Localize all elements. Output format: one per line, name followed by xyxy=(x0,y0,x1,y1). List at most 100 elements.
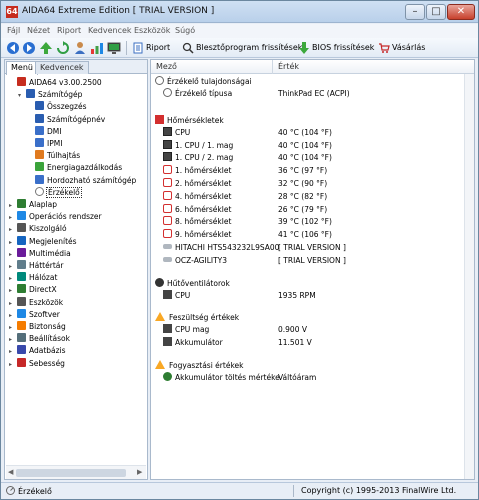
sensor-row[interactable]: 1. hőmérséklet xyxy=(163,165,231,177)
minimize-button[interactable]: – xyxy=(405,4,425,20)
sensor-row[interactable]: 6. hőmérséklet xyxy=(163,203,231,216)
sensor-row[interactable]: Akkumulátor xyxy=(163,337,223,349)
forward-icon[interactable] xyxy=(22,41,36,55)
menu-view[interactable]: Nézet xyxy=(27,26,50,35)
tree-item-server[interactable]: ▸ Kiszolgáló xyxy=(9,223,67,235)
menu-favorites[interactable]: Kedvencek xyxy=(88,26,132,35)
sensor-row[interactable]: 4. hőmérséklet xyxy=(163,190,231,203)
field-value: 1935 RPM xyxy=(278,290,316,300)
back-icon[interactable] xyxy=(6,41,20,55)
vertical-scrollbar[interactable] xyxy=(464,74,474,479)
section-title: Érzékelő tulajdonságai xyxy=(167,77,252,86)
monitor-icon[interactable] xyxy=(107,41,121,55)
expand-toggle-icon[interactable]: ▸ xyxy=(9,273,17,285)
sensor-row[interactable]: Akkumulátor töltés mértéke xyxy=(163,372,280,384)
tree-item-motherboard[interactable]: ▸ Alaplap xyxy=(9,199,57,211)
expand-toggle-icon[interactable]: ▸ xyxy=(9,359,17,371)
tree-item-storage[interactable]: ▸ Háttértár xyxy=(9,260,63,272)
tree-item-computer[interactable]: ▾ Számítógép xyxy=(18,89,82,101)
expand-toggle-icon[interactable]: ▸ xyxy=(9,310,17,322)
maximize-button[interactable]: □ xyxy=(426,4,446,20)
tree-item-label: Összegzés xyxy=(47,102,87,112)
sensor-row[interactable]: 8. hőmérséklet xyxy=(163,216,231,228)
tree-item-dmi[interactable]: DMI xyxy=(27,125,61,138)
section-title: Fogyasztási értékek xyxy=(169,361,244,370)
menu-help[interactable]: Súgó xyxy=(175,26,195,35)
sensor-row[interactable]: CPU xyxy=(163,126,190,139)
expand-toggle-icon[interactable]: ▸ xyxy=(9,285,17,297)
section-header-temps: Hőmérsékletek xyxy=(155,114,224,127)
tree-item-security[interactable]: ▸ Biztonság xyxy=(9,321,66,333)
driver-updates-button[interactable]: Blesztőprogram frissítések xyxy=(182,40,302,56)
tree-item-aida64[interactable]: AIDA64 v3.00.2500 xyxy=(9,77,102,89)
scroll-thumb[interactable] xyxy=(16,469,126,477)
tree-item-sensor[interactable]: Érzékelő xyxy=(27,186,82,199)
tree-item-software[interactable]: ▸ Szoftver xyxy=(9,308,60,322)
tree-item-benchmark[interactable]: ▸ Sebesség xyxy=(9,357,65,371)
expand-toggle-icon[interactable]: ▸ xyxy=(9,237,17,249)
bios-updates-button[interactable]: BIOS frissítések xyxy=(298,40,374,56)
tab-favorites[interactable]: Kedvencek xyxy=(35,61,89,74)
up-icon[interactable] xyxy=(39,41,53,55)
tree-item-summary[interactable]: Összegzés xyxy=(27,101,87,113)
motherboard-icon xyxy=(17,199,26,208)
tree-item-directx[interactable]: ▸ DirectX xyxy=(9,284,57,296)
menu-tools[interactable]: Eszközök xyxy=(134,26,170,35)
sensor-row[interactable]: 2. hőmérséklet xyxy=(163,178,231,190)
tree-item-label: Megjelenítés xyxy=(29,236,77,246)
expand-toggle-icon[interactable]: ▸ xyxy=(9,334,17,346)
expand-toggle-icon[interactable]: ▸ xyxy=(9,224,17,236)
toolbar-separator xyxy=(126,41,127,55)
sensor-row[interactable]: OCZ-AGILITY3 xyxy=(163,255,227,267)
tree-item-ipmi[interactable]: IPMI xyxy=(27,138,62,150)
tree-item-computer-name[interactable]: Számítógépnév xyxy=(27,113,105,126)
expand-toggle-icon[interactable]: ▸ xyxy=(9,212,17,224)
menu-report[interactable]: Riport xyxy=(57,26,81,35)
expand-toggle-icon[interactable]: ▸ xyxy=(9,249,17,261)
status-left-text: Érzékelő xyxy=(18,487,52,496)
sensor-row[interactable]: CPU mag xyxy=(163,324,209,336)
chip-icon xyxy=(163,289,172,299)
tree-item-settings[interactable]: ▸ Beállítások xyxy=(9,333,70,345)
buy-button[interactable]: Vásárlás xyxy=(378,40,425,56)
chart-icon[interactable] xyxy=(90,41,104,55)
tree-item-database[interactable]: ▸ Adatbázis xyxy=(9,345,66,357)
refresh-icon[interactable] xyxy=(56,41,70,55)
expand-toggle-icon[interactable]: ▸ xyxy=(9,298,17,310)
close-button[interactable]: ✕ xyxy=(447,4,475,20)
tree-item-overclock[interactable]: Túlhajtás xyxy=(27,150,80,162)
expand-toggle-icon[interactable]: ▸ xyxy=(9,200,17,212)
sensor-row[interactable]: 1. CPU / 2. mag xyxy=(163,152,233,164)
tree-item-portable[interactable]: Hordozható számítógép xyxy=(27,174,136,187)
menu-file[interactable]: Fájl xyxy=(7,26,20,35)
sensor-row[interactable]: CPU xyxy=(163,289,190,302)
scroll-left-icon[interactable]: ◀ xyxy=(8,468,13,476)
tab-menu[interactable]: Menü xyxy=(6,61,38,75)
tree-item-devices[interactable]: ▸ Eszközök xyxy=(9,296,63,310)
expand-toggle-icon[interactable]: ▸ xyxy=(9,346,17,358)
expand-toggle-icon[interactable]: ▸ xyxy=(9,261,17,273)
expand-toggle-icon[interactable]: ▾ xyxy=(18,90,26,102)
column-value-header[interactable]: Érték xyxy=(278,62,299,71)
sensor-row[interactable]: Érzékelő típusa xyxy=(163,88,232,100)
scroll-right-icon[interactable]: ▶ xyxy=(137,468,142,476)
report-button[interactable]: Riport xyxy=(132,40,170,56)
details-pane: Mező Érték Érzékelő tulajdonságai Érzékel… xyxy=(150,59,475,480)
sensor-row[interactable]: HITACHI HTS543232L9SA00 xyxy=(163,242,279,254)
tree-item-os[interactable]: ▸ Operációs rendszer xyxy=(9,211,102,223)
column-field-header[interactable]: Mező xyxy=(156,62,177,71)
sensor-row[interactable]: 9. hőmérséklet xyxy=(163,229,231,241)
expand-toggle-icon[interactable]: ▸ xyxy=(9,322,17,334)
thermometer-icon xyxy=(163,203,172,213)
storage-icon xyxy=(17,260,26,269)
tree-item-multimedia[interactable]: ▸ Multimédia xyxy=(9,247,71,261)
tree-item-power[interactable]: Energiagazdálkodás xyxy=(27,162,122,174)
column-divider[interactable] xyxy=(272,60,273,74)
aida64-app-icon[interactable]: 64 xyxy=(6,6,18,18)
tree-item-network[interactable]: ▸ Hálózat xyxy=(9,272,57,284)
section-title: Hűtőventilátorok xyxy=(167,278,230,288)
horizontal-scrollbar[interactable]: ◀ ▶ xyxy=(6,465,146,479)
tree-item-display[interactable]: ▸ Megjelenítés xyxy=(9,235,77,249)
user-icon[interactable] xyxy=(73,41,87,55)
sensor-row[interactable]: 1. CPU / 1. mag xyxy=(163,139,233,152)
